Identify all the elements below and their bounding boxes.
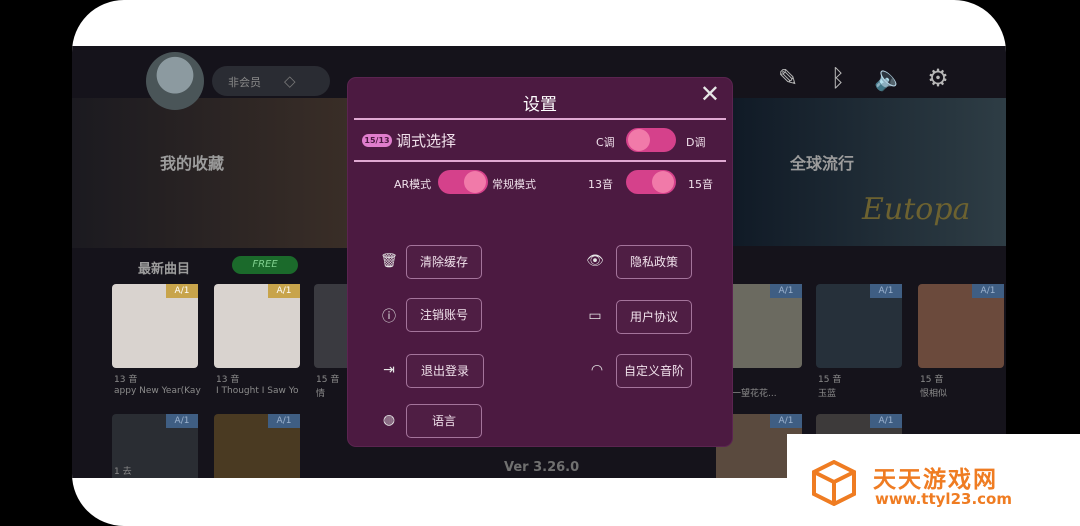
cover-caption: I Thought I Saw Yo	[216, 386, 299, 396]
cover-caption: appy New Year(Kay	[114, 386, 201, 396]
cover-caption: 恨相似	[920, 389, 948, 399]
tones15-label: 15音	[688, 178, 713, 191]
cover-tag: A/1	[166, 414, 198, 428]
song-cover[interactable]: A/1	[918, 284, 1004, 368]
cover-caption: 15 音	[920, 375, 944, 385]
mic-off-icon[interactable]: ✎	[774, 64, 802, 92]
cover-caption: 15 音	[818, 375, 842, 385]
cube-logo-icon	[812, 460, 856, 506]
clear-cache-button[interactable]: 清除缓存	[406, 245, 482, 279]
mode-toggle[interactable]	[438, 170, 488, 194]
toggle-knob	[464, 171, 486, 193]
cover-caption: 情	[316, 389, 326, 399]
banner-script-text: Eutopa	[862, 192, 971, 227]
tone-toggle[interactable]	[626, 128, 676, 152]
cover-tag: A/1	[268, 414, 300, 428]
normal-mode-label: 常规模式	[492, 178, 536, 191]
bluetooth-icon[interactable]: ᛒ	[824, 64, 852, 92]
song-cover[interactable]: A/1	[214, 284, 300, 368]
version-label: Ver 3.26.0	[504, 460, 580, 475]
cover-tag: A/1	[770, 414, 802, 428]
toggle-knob	[652, 171, 674, 193]
song-cover[interactable]: A/1	[816, 284, 902, 368]
song-cover[interactable]: A/1	[214, 414, 300, 478]
cover-caption: 一望花花...	[732, 389, 777, 399]
volume-icon[interactable]: 🔈	[874, 64, 904, 92]
cover-tag: A/1	[166, 284, 198, 298]
cover-caption: 13 音	[114, 375, 138, 385]
close-icon[interactable]: ✕	[700, 82, 720, 106]
trash-icon: 🗑	[380, 253, 398, 269]
divider	[354, 160, 726, 162]
language-button[interactable]: 语言	[406, 404, 482, 438]
cover-caption: 1 去	[114, 467, 132, 477]
divider	[354, 118, 726, 120]
cover-tag: A/1	[972, 284, 1004, 298]
top-icon-bar: ✎ ᛒ 🔈 ⚙	[774, 64, 952, 92]
watermark-url: www.ttyl23.com	[875, 490, 1012, 508]
custom-scale-button[interactable]: 自定义音阶	[616, 354, 692, 388]
member-label: 非会员	[228, 76, 261, 89]
alert-icon: ⓘ	[382, 309, 396, 325]
cover-caption: 15 音	[316, 375, 340, 385]
diamond-icon: ◇	[284, 72, 296, 90]
toggle-knob	[628, 129, 650, 151]
cover-tag: A/1	[770, 284, 802, 298]
cover-caption: 13 音	[216, 375, 240, 385]
free-tag: FREE	[232, 256, 298, 274]
newest-title: 最新曲目	[138, 262, 191, 277]
avatar[interactable]	[146, 52, 204, 110]
d-tone-label: D调	[686, 136, 706, 149]
tones-toggle[interactable]	[626, 170, 676, 194]
tones13-label: 13音	[588, 178, 613, 191]
tone-section-title: 调式选择	[396, 132, 457, 150]
ar-mode-label: AR模式	[394, 178, 432, 191]
member-badge[interactable]: 非会员	[212, 66, 330, 96]
privacy-button[interactable]: 隐私政策	[616, 245, 692, 279]
tone-badge: 15/13	[362, 134, 392, 147]
watermark: 天天游戏网 www.ttyl23.com	[787, 434, 1080, 526]
logout-button[interactable]: 退出登录	[406, 354, 484, 388]
song-cover[interactable]: A/1	[112, 284, 198, 368]
favorites-title[interactable]: 我的收藏	[160, 150, 224, 174]
cover-tag: A/1	[870, 284, 902, 298]
watermark-site-name: 天天游戏网	[873, 467, 998, 493]
cover-tag: A/1	[870, 414, 902, 428]
logout-icon: ⇥	[383, 362, 395, 378]
chat-icon: ▭	[588, 308, 602, 324]
user-agreement-button[interactable]: 用户协议	[616, 300, 692, 334]
cover-tag: A/1	[268, 284, 300, 298]
globe-icon: ◍	[382, 412, 396, 428]
c-tone-label: C调	[596, 136, 615, 149]
scale-icon: ◠	[590, 362, 604, 378]
cover-caption: 玉蓝	[818, 389, 837, 399]
eye-icon: 👁	[586, 253, 604, 269]
gear-icon[interactable]: ⚙	[924, 64, 952, 92]
delete-account-button[interactable]: 注销账号	[406, 298, 482, 332]
settings-dialog: 设置 ✕ 15/13 调式选择 C调 D调 AR模式 常规模式 13音 15音 …	[348, 78, 732, 446]
dialog-title: 设置	[523, 95, 557, 115]
global-title[interactable]: 全球流行	[790, 150, 854, 174]
